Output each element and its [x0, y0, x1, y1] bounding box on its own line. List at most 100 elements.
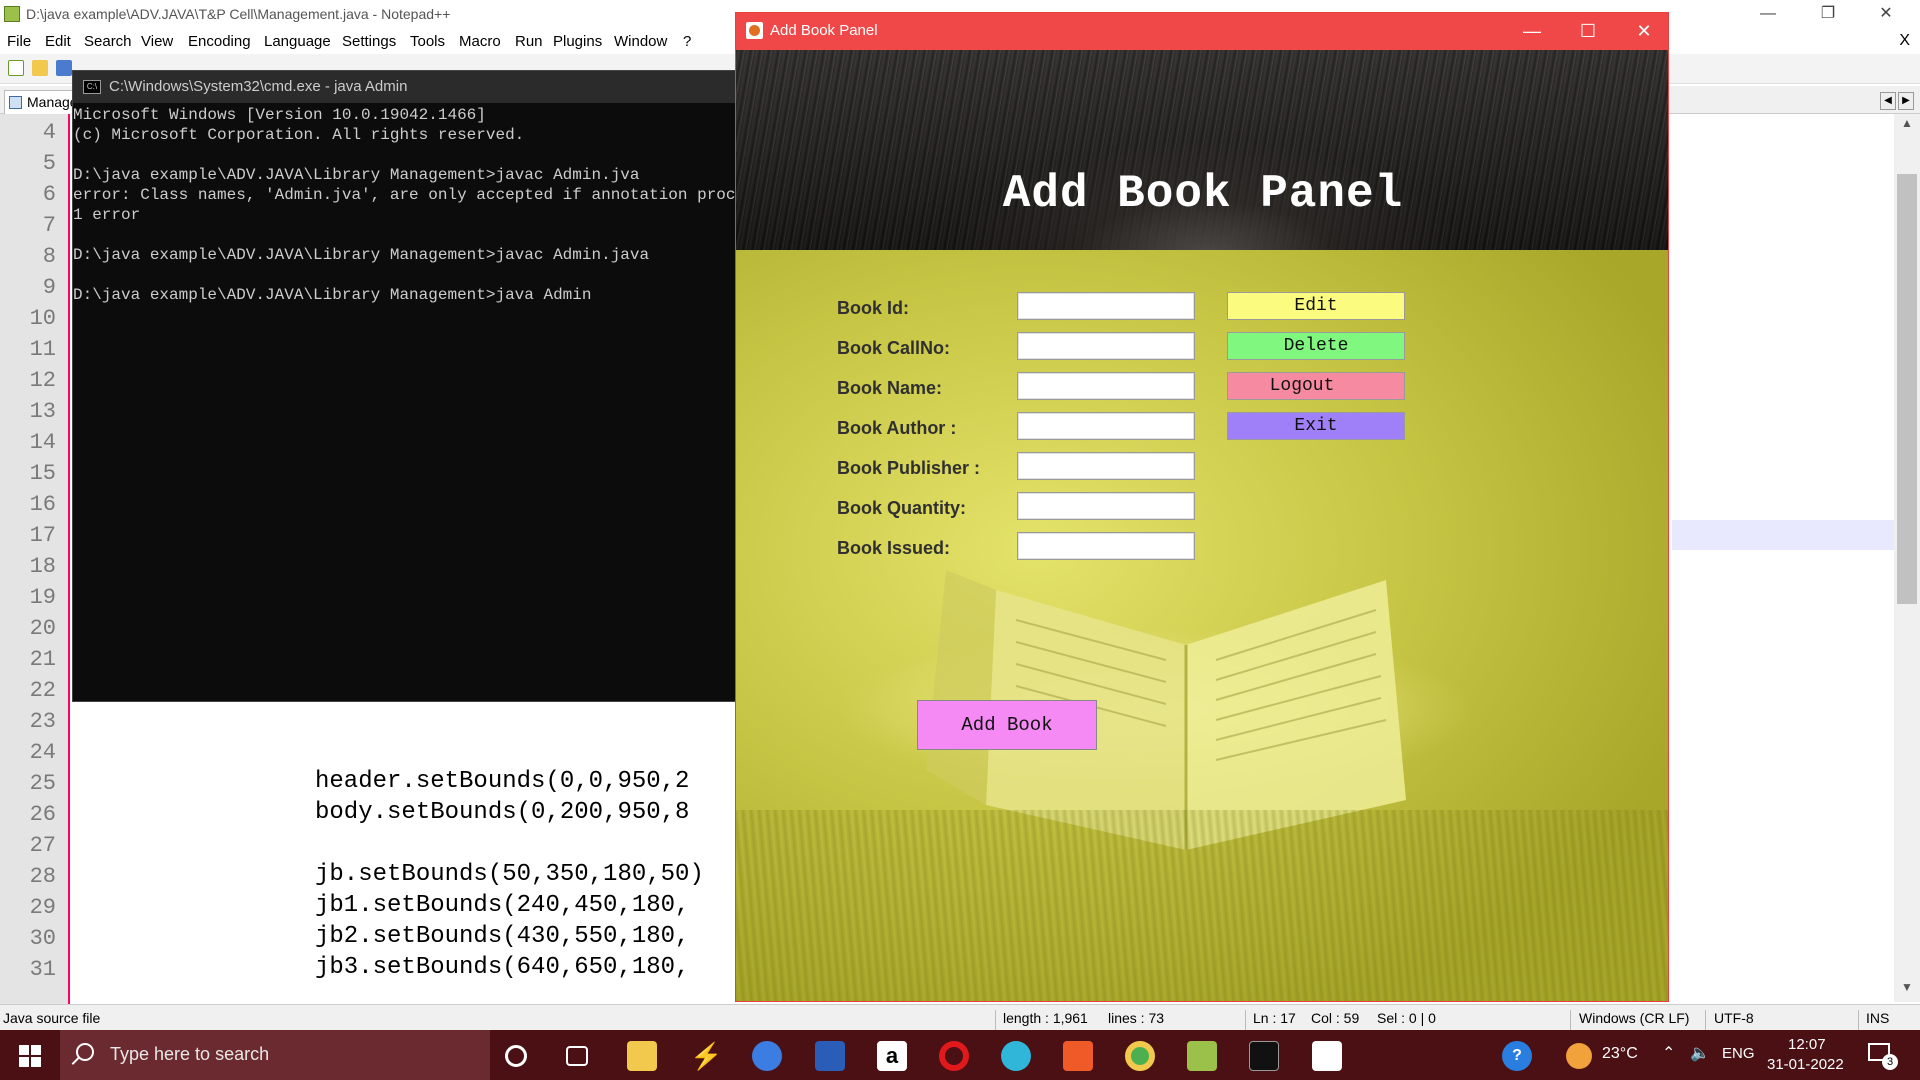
menu-plugins[interactable]: Plugins: [553, 33, 602, 50]
scrollbar-thumb[interactable]: [1897, 174, 1917, 604]
menu-search[interactable]: Search: [84, 33, 132, 50]
taskbar-search-box[interactable]: Type here to search: [60, 1030, 490, 1080]
notepadpp-taskbar-icon[interactable]: [1187, 1041, 1217, 1071]
help-icon[interactable]: ?: [1502, 1041, 1532, 1071]
chevron-up-icon[interactable]: ⌃: [1662, 1043, 1675, 1063]
abp-window-title: Add Book Panel: [770, 22, 878, 39]
menu-encoding[interactable]: Encoding: [188, 33, 251, 50]
book-publisher-field[interactable]: [1017, 452, 1195, 480]
temperature[interactable]: 23°C: [1602, 1045, 1638, 1063]
code-text: jb3.setBounds(640,650,180,: [315, 954, 690, 981]
line-number: 6: [42, 182, 56, 207]
tab-scroll-left-icon[interactable]: ◀: [1880, 92, 1896, 110]
menu-file[interactable]: File: [7, 33, 31, 50]
sublime-icon[interactable]: [815, 1041, 845, 1071]
menu-edit[interactable]: Edit: [45, 33, 71, 50]
code-line: jb3.setBounds(640,650,180,: [315, 954, 689, 981]
cmd-console-output[interactable]: Microsoft Windows [Version 10.0.19042.14…: [73, 103, 739, 701]
menu-tools[interactable]: Tools: [410, 33, 445, 50]
label-book-issued: Book Issued:: [837, 538, 951, 558]
minimize-icon[interactable]: —: [1504, 13, 1560, 50]
menu-view[interactable]: View: [141, 33, 173, 50]
exit-button[interactable]: Exit: [1227, 412, 1405, 440]
status-length: length : 1,961: [1003, 1010, 1088, 1026]
menu-help[interactable]: ?: [683, 33, 691, 50]
cmd-title-bar: C:\ C:\Windows\System32\cmd.exe - java A…: [73, 71, 739, 103]
clock-time[interactable]: 12:07: [1788, 1036, 1826, 1053]
menu-settings[interactable]: Settings: [342, 33, 396, 50]
line-number: 30: [29, 926, 56, 951]
close-icon[interactable]: ✕: [1616, 13, 1668, 50]
close-icon[interactable]: ✕: [1858, 0, 1914, 30]
code-line: header.setBounds(0,0,950,2: [315, 768, 689, 795]
label-book-name: Book Name:: [837, 378, 943, 398]
volume-icon[interactable]: 🔈: [1690, 1043, 1710, 1063]
status-separator: [1245, 1010, 1246, 1030]
code-line: jb.setBounds(50,350,180,50): [315, 861, 704, 888]
label-book-publisher: Book Publisher :: [837, 458, 981, 478]
cortana-icon[interactable]: [505, 1045, 527, 1067]
add-book-button[interactable]: Add Book: [917, 700, 1097, 750]
book-callno-field[interactable]: [1017, 332, 1195, 360]
console-line: D:\java example\ADV.JAVA\Library Managem…: [73, 166, 640, 184]
document-icon: [9, 96, 22, 109]
save-icon[interactable]: [56, 60, 72, 76]
status-separator: [1570, 1010, 1571, 1030]
line-number: 24: [29, 740, 56, 765]
menu-macro[interactable]: Macro: [459, 33, 501, 50]
java-taskbar-icon[interactable]: [1312, 1041, 1342, 1071]
xampp-icon[interactable]: [1063, 1041, 1093, 1071]
close-document-icon[interactable]: X: [1899, 32, 1910, 50]
open-file-icon[interactable]: [32, 60, 48, 76]
scroll-down-icon[interactable]: ▼: [1894, 980, 1920, 1000]
line-number: 8: [42, 244, 56, 269]
restore-icon[interactable]: ❐: [1800, 0, 1856, 30]
book-name-field[interactable]: [1017, 372, 1195, 400]
language-indicator[interactable]: ENG: [1722, 1045, 1755, 1062]
logout-button[interactable]: Logout: [1227, 372, 1405, 400]
label-book-id: Book Id:: [837, 298, 909, 318]
line-number: 25: [29, 771, 56, 796]
book-author-field[interactable]: [1017, 412, 1195, 440]
new-file-icon[interactable]: [8, 60, 24, 76]
tab-scroll-right-icon[interactable]: ▶: [1898, 92, 1914, 110]
menu-run[interactable]: Run: [515, 33, 543, 50]
line-number: 28: [29, 864, 56, 889]
cmd-taskbar-icon[interactable]: [1249, 1041, 1279, 1071]
book-issued-field[interactable]: [1017, 532, 1195, 560]
vertical-scrollbar[interactable]: ▲ ▼: [1894, 114, 1920, 1002]
console-line: error: Class names, 'Admin.jva', are onl…: [73, 186, 739, 204]
line-number: 29: [29, 895, 56, 920]
task-view-icon[interactable]: [566, 1046, 588, 1066]
scroll-up-icon[interactable]: ▲: [1894, 116, 1920, 136]
java-app-icon: [746, 22, 763, 39]
windows-logo-icon: [19, 1045, 29, 1055]
status-separator: [995, 1010, 996, 1030]
minimize-icon[interactable]: —: [1740, 0, 1796, 30]
maximize-icon[interactable]: ☐: [1560, 13, 1616, 50]
weather-icon[interactable]: [1566, 1043, 1592, 1069]
lightning-app-icon[interactable]: ⚡: [690, 1041, 722, 1071]
browser-icon[interactable]: [752, 1041, 782, 1071]
npp-status-bar: Java source file length : 1,961 lines : …: [0, 1004, 1920, 1030]
book-quantity-field[interactable]: [1017, 492, 1195, 520]
file-explorer-icon[interactable]: [627, 1041, 657, 1071]
edit-button[interactable]: Edit: [1227, 292, 1405, 320]
line-number: 26: [29, 802, 56, 827]
delete-button[interactable]: Delete: [1227, 332, 1405, 360]
edge-icon[interactable]: [1001, 1041, 1031, 1071]
menu-language[interactable]: Language: [264, 33, 331, 50]
cmd-icon: C:\: [83, 80, 101, 94]
menu-window[interactable]: Window: [614, 33, 667, 50]
opera-icon[interactable]: [939, 1041, 969, 1071]
clock-date[interactable]: 31-01-2022: [1767, 1056, 1844, 1073]
status-eol: Windows (CR LF): [1579, 1010, 1690, 1026]
amazon-icon[interactable]: a: [877, 1041, 907, 1071]
chrome-icon[interactable]: [1125, 1041, 1155, 1071]
book-id-field[interactable]: [1017, 292, 1195, 320]
code-text: header.setBounds(0,0,950,2: [315, 768, 690, 795]
start-button[interactable]: [0, 1030, 60, 1080]
windows-logo-icon-part: [31, 1045, 41, 1055]
